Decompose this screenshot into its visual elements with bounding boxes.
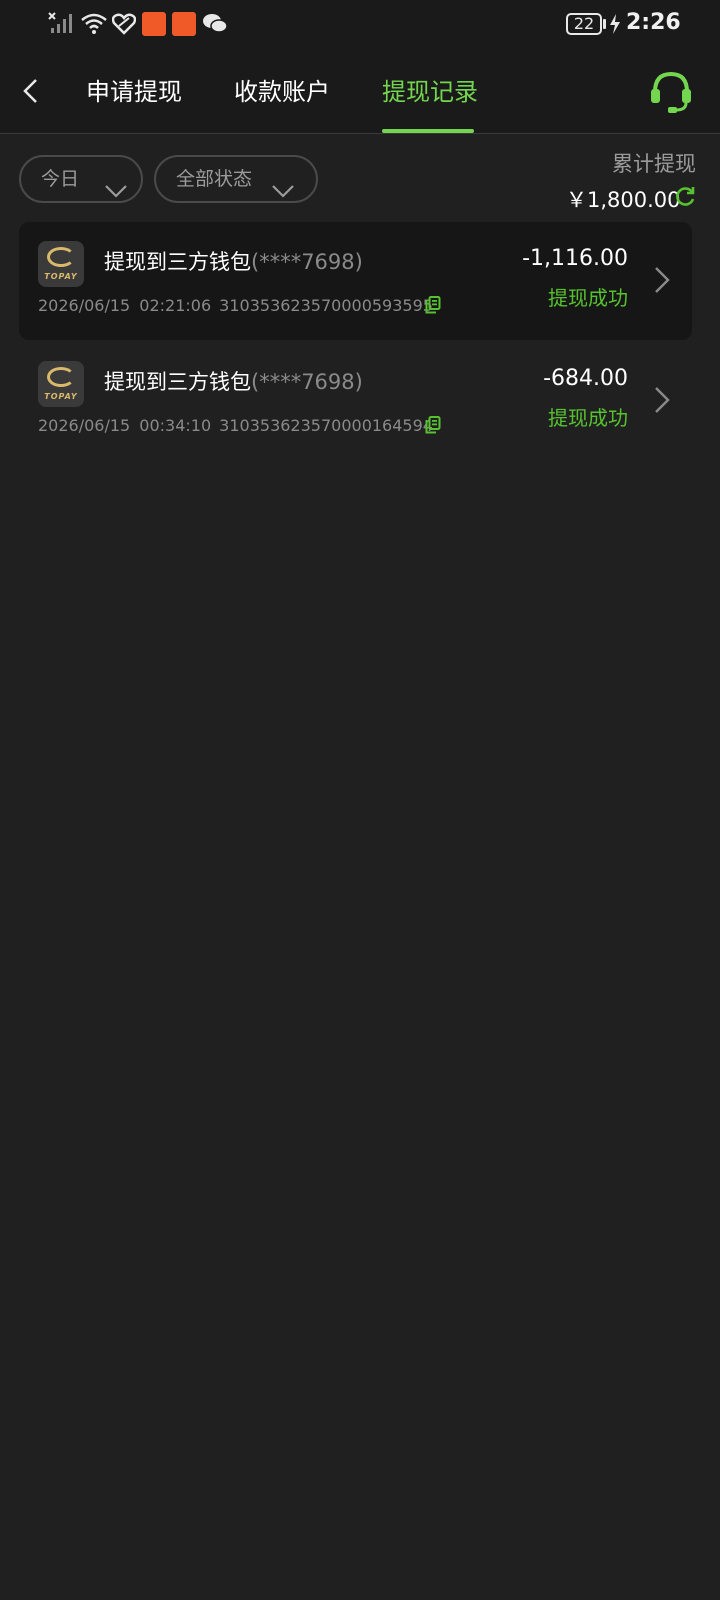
kuaishou-app-icon (172, 12, 196, 36)
battery-icon: 22 (566, 13, 602, 35)
record-title: 提现到三方钱包(****7698) (104, 366, 363, 396)
topay-logo-text: TOPAY (44, 392, 78, 401)
chevron-down-icon (272, 171, 294, 215)
record-method: 提现到三方钱包 (104, 370, 251, 394)
withdrawal-record[interactable]: TOPAY 提现到三方钱包(****7698) 2026/06/15 00:34… (19, 342, 692, 460)
record-method: 提现到三方钱包 (104, 250, 251, 274)
record-status: 提现成功 (548, 406, 628, 430)
battery-tip (603, 19, 606, 29)
status-time: 2:26 (626, 10, 681, 35)
total-withdrawn-label: 累计提现 (612, 152, 696, 176)
charging-bolt-icon (609, 14, 621, 38)
record-datetime: 2026/06/15 00:34:10 (38, 416, 212, 435)
tab-payee-accounts[interactable]: 收款账户 (234, 72, 330, 112)
customer-service-icon[interactable] (648, 70, 694, 114)
wifi-icon (80, 12, 108, 38)
kuaishou-app-icon (142, 12, 166, 36)
topay-logo-mark (47, 367, 75, 387)
record-account: (****7698) (251, 370, 363, 394)
date-filter-dropdown[interactable]: 今日 (19, 155, 143, 203)
top-nav: 申请提现 收款账户 提现记录 (0, 48, 720, 134)
tab-withdrawal-records[interactable]: 提现记录 (382, 72, 478, 112)
record-meta: 2026/06/15 00:34:10 310353623570000164594 (38, 416, 433, 435)
tab-apply-withdrawal[interactable]: 申请提现 (86, 72, 182, 112)
total-withdrawn-amount: ￥1,800.00 (566, 188, 681, 212)
status-filter-dropdown[interactable]: 全部状态 (154, 155, 318, 203)
record-datetime: 2026/06/15 02:21:06 (38, 296, 212, 315)
wechat-icon (202, 12, 228, 38)
record-order-no: 310353623570000164594 (219, 416, 433, 435)
topay-logo-text: TOPAY (44, 272, 78, 281)
active-tab-indicator (382, 129, 474, 133)
heart-app-icon (111, 13, 137, 39)
withdrawal-record[interactable]: TOPAY 提现到三方钱包(****7698) 2026/06/15 02:21… (19, 222, 692, 340)
copy-icon[interactable] (425, 296, 441, 318)
topay-logo: TOPAY (38, 361, 84, 407)
status-filter-label: 全部状态 (176, 168, 253, 190)
record-order-no: 310353623570000593595 (219, 296, 433, 315)
topay-logo-mark (47, 247, 75, 267)
topay-logo: TOPAY (38, 241, 84, 287)
status-bar: 22 2:26 (0, 0, 720, 48)
chevron-right-icon (654, 386, 670, 418)
record-amount: -684.00 (543, 366, 628, 391)
date-filter-label: 今日 (41, 168, 80, 190)
record-account: (****7698) (251, 250, 363, 274)
refresh-icon[interactable] (674, 186, 696, 212)
record-status: 提现成功 (548, 286, 628, 310)
chevron-right-icon (654, 266, 670, 298)
chevron-down-icon (105, 171, 127, 215)
record-amount: -1,116.00 (522, 246, 628, 271)
no-signal-icon (48, 12, 74, 38)
back-icon[interactable] (18, 76, 46, 106)
record-meta: 2026/06/15 02:21:06 310353623570000593595 (38, 296, 433, 315)
copy-icon[interactable] (425, 416, 441, 438)
record-title: 提现到三方钱包(****7698) (104, 246, 363, 276)
